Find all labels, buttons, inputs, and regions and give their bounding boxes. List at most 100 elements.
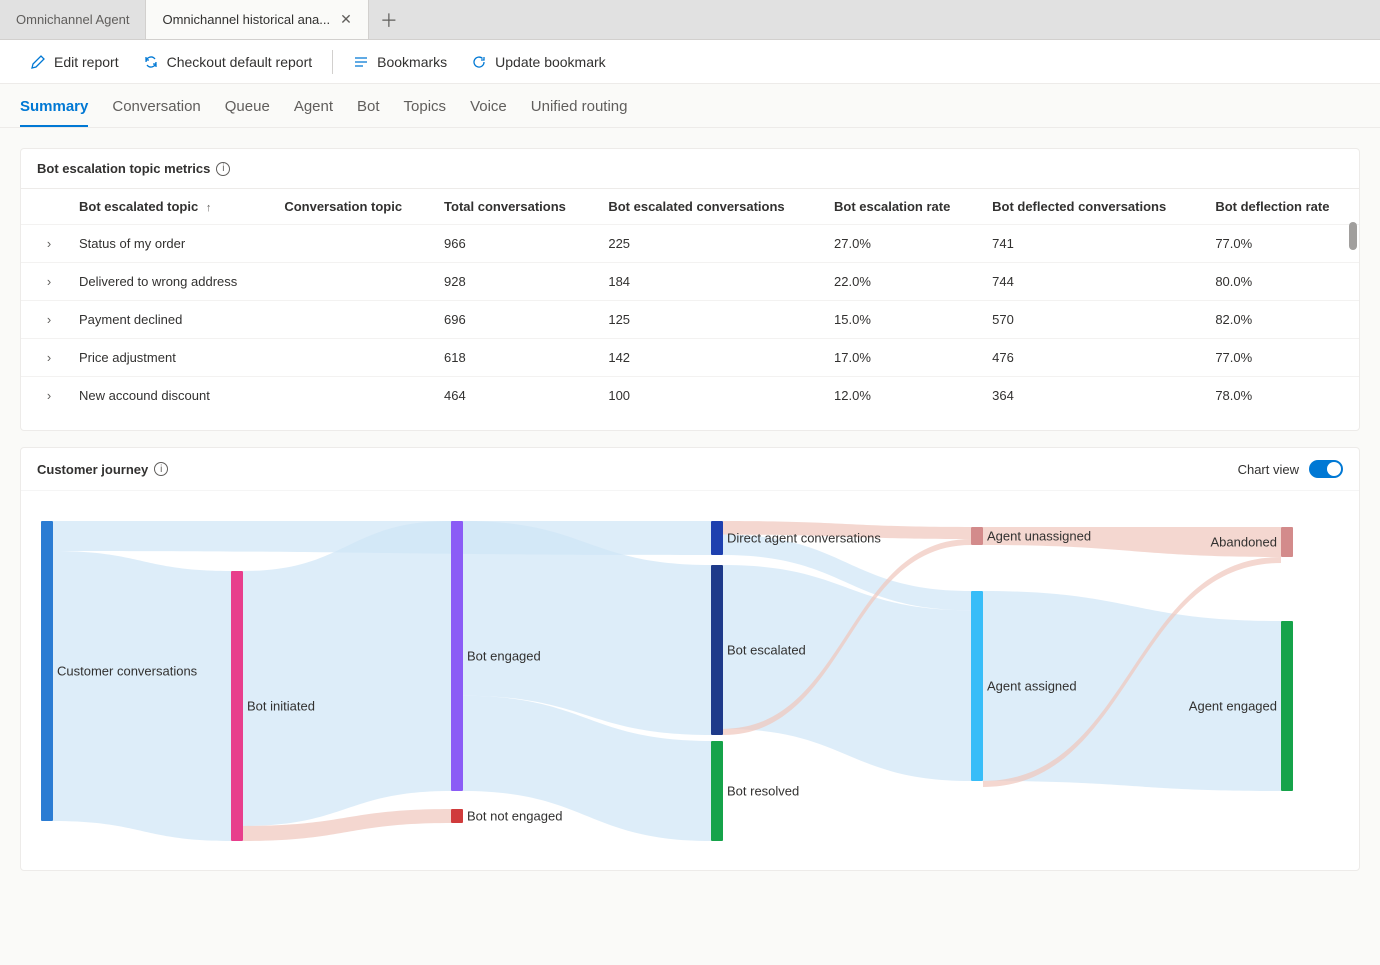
bookmark-list-icon xyxy=(353,54,369,70)
refresh-ccw-icon xyxy=(143,54,159,70)
button-label: Checkout default report xyxy=(167,54,313,70)
bookmarks-button[interactable]: Bookmarks xyxy=(343,48,457,76)
table-header-row: Bot escalated topic ↑ Conversation topic… xyxy=(21,189,1359,225)
cell-topic: New accound discount xyxy=(67,377,272,415)
app-tab-historical-analytics[interactable]: Omnichannel historical ana... ✕ xyxy=(146,0,368,39)
cell-conv-topic xyxy=(272,339,432,377)
chevron-right-icon[interactable]: › xyxy=(47,350,51,365)
sankey-node-label: Bot engaged xyxy=(467,649,541,664)
table-row[interactable]: ›Delivered to wrong address92818422.0%74… xyxy=(21,263,1359,301)
cell-escalated: 225 xyxy=(596,225,822,263)
toolbar-separator xyxy=(332,50,333,74)
table-row[interactable]: ›New accound discount46410012.0%36478.0% xyxy=(21,377,1359,415)
col-escalated[interactable]: Bot escalated conversations xyxy=(596,189,822,225)
nav-tab-topics[interactable]: Topics xyxy=(404,98,447,127)
col-label: Bot escalation rate xyxy=(834,199,950,214)
nav-tab-bot[interactable]: Bot xyxy=(357,98,380,127)
cell-def-rate: 77.0% xyxy=(1203,339,1359,377)
cell-conv-topic xyxy=(272,301,432,339)
new-tab-button[interactable]: ＋ xyxy=(369,0,409,39)
table-scrollbar[interactable] xyxy=(1349,222,1357,250)
sankey-node-bot_esc[interactable]: Bot escalated xyxy=(711,565,723,735)
chart-view-label: Chart view xyxy=(1238,462,1299,477)
sankey-node-bot_res[interactable]: Bot resolved xyxy=(711,741,723,841)
checkout-report-button[interactable]: Checkout default report xyxy=(133,48,323,76)
app-tab-label: Omnichannel historical ana... xyxy=(162,12,330,27)
button-label: Edit report xyxy=(54,54,119,70)
cell-deflected: 364 xyxy=(980,377,1203,415)
bot-escalation-metrics-card: Bot escalation topic metrics i Bot escal… xyxy=(20,148,1360,431)
nav-tab-summary[interactable]: Summary xyxy=(20,98,88,127)
sankey-node-agent_unassigned[interactable]: Agent unassigned xyxy=(971,527,983,545)
cell-total: 928 xyxy=(432,263,596,301)
sankey-node-bar xyxy=(711,521,723,555)
nav-tab-agent[interactable]: Agent xyxy=(294,98,333,127)
col-label: Bot deflected conversations xyxy=(992,199,1166,214)
update-bookmark-button[interactable]: Update bookmark xyxy=(461,48,616,76)
chevron-right-icon[interactable]: › xyxy=(47,312,51,327)
info-icon[interactable]: i xyxy=(216,162,230,176)
col-bot-escalated-topic[interactable]: Bot escalated topic ↑ xyxy=(67,189,272,225)
col-total[interactable]: Total conversations xyxy=(432,189,596,225)
chart-view-toggle[interactable] xyxy=(1309,460,1343,478)
table-row[interactable]: ›Price adjustment61814217.0%47677.0% xyxy=(21,339,1359,377)
report-content: Bot escalation topic metrics i Bot escal… xyxy=(0,128,1380,891)
sankey-node-bot_noeng[interactable]: Bot not engaged xyxy=(451,809,463,823)
edit-report-button[interactable]: Edit report xyxy=(20,48,129,76)
button-label: Update bookmark xyxy=(495,54,606,70)
cell-conv-topic xyxy=(272,377,432,415)
sankey-node-label: Agent engaged xyxy=(1189,699,1277,714)
expand-header xyxy=(21,189,67,225)
cell-topic: Price adjustment xyxy=(67,339,272,377)
chevron-right-icon[interactable]: › xyxy=(47,274,51,289)
customer-journey-card: Customer journey i Chart view Customer c… xyxy=(20,447,1360,871)
col-label: Total conversations xyxy=(444,199,566,214)
close-icon[interactable]: ✕ xyxy=(340,11,352,28)
sankey-node-bar xyxy=(711,741,723,841)
sankey-node-bar xyxy=(971,527,983,545)
sankey-node-direct[interactable]: Direct agent conversations xyxy=(711,521,723,555)
sankey-node-agent_assigned[interactable]: Agent assigned xyxy=(971,591,983,781)
app-tab-omnichannel-agent[interactable]: Omnichannel Agent xyxy=(0,0,146,39)
sankey-node-bot_eng[interactable]: Bot engaged xyxy=(451,521,463,791)
cell-def-rate: 80.0% xyxy=(1203,263,1359,301)
card-title: Bot escalation topic metrics xyxy=(37,161,210,176)
edit-icon xyxy=(30,54,46,70)
sankey-node-customer[interactable]: Customer conversations xyxy=(41,521,53,821)
cell-total: 618 xyxy=(432,339,596,377)
sankey-node-bar xyxy=(451,521,463,791)
col-label: Bot escalated topic xyxy=(79,199,198,214)
cell-esc-rate: 27.0% xyxy=(822,225,980,263)
sankey-node-abandoned[interactable]: Abandoned xyxy=(1281,527,1293,557)
col-conversation-topic[interactable]: Conversation topic xyxy=(272,189,432,225)
app-tabbar: Omnichannel Agent Omnichannel historical… xyxy=(0,0,1380,40)
cell-conv-topic xyxy=(272,263,432,301)
cell-def-rate: 77.0% xyxy=(1203,225,1359,263)
info-icon[interactable]: i xyxy=(154,462,168,476)
sankey-node-label: Abandoned xyxy=(1210,535,1277,550)
chevron-right-icon[interactable]: › xyxy=(47,236,51,251)
sankey-node-label: Direct agent conversations xyxy=(727,531,881,546)
col-deflected[interactable]: Bot deflected conversations xyxy=(980,189,1203,225)
card-title: Customer journey xyxy=(37,462,148,477)
nav-tab-queue[interactable]: Queue xyxy=(225,98,270,127)
refresh-icon xyxy=(471,54,487,70)
nav-tab-unified-routing[interactable]: Unified routing xyxy=(531,98,628,127)
sankey-node-label: Bot initiated xyxy=(247,699,315,714)
customer-journey-sankey[interactable]: Customer conversations Bot initiated Bot e… xyxy=(21,490,1359,870)
sankey-node-bot_init[interactable]: Bot initiated xyxy=(231,571,243,841)
card-header: Customer journey i Chart view xyxy=(21,448,1359,490)
sankey-node-agent_engaged[interactable]: Agent engaged xyxy=(1281,621,1293,791)
cell-conv-topic xyxy=(272,225,432,263)
sankey-node-bar xyxy=(711,565,723,735)
nav-tab-conversation[interactable]: Conversation xyxy=(112,98,200,127)
nav-tab-voice[interactable]: Voice xyxy=(470,98,507,127)
sankey-node-bar xyxy=(971,591,983,781)
col-def-rate[interactable]: Bot deflection rate xyxy=(1203,189,1359,225)
col-esc-rate[interactable]: Bot escalation rate xyxy=(822,189,980,225)
col-label: Bot escalated conversations xyxy=(608,199,784,214)
table-row[interactable]: ›Payment declined69612515.0%57082.0% xyxy=(21,301,1359,339)
chevron-right-icon[interactable]: › xyxy=(47,388,51,403)
cell-topic: Status of my order xyxy=(67,225,272,263)
table-row[interactable]: ›Status of my order96622527.0%74177.0% xyxy=(21,225,1359,263)
